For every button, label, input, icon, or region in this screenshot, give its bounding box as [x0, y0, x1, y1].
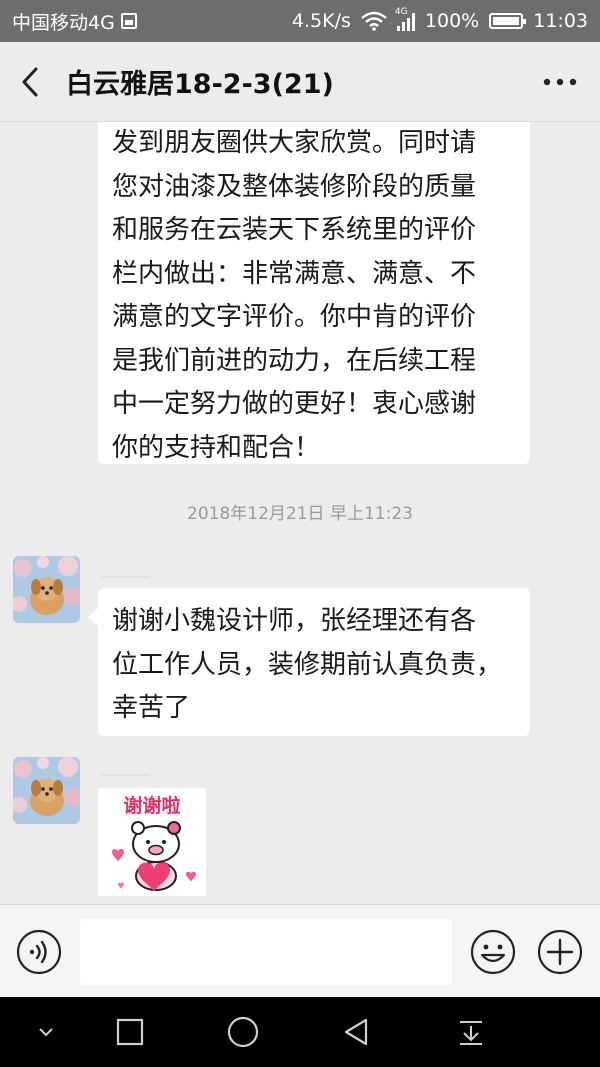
back-button[interactable] — [0, 42, 60, 122]
message-line: 幸苦了 — [112, 693, 191, 723]
wifi-icon — [361, 11, 387, 31]
system-navigation-bar — [0, 997, 600, 1067]
pull-down-icon — [460, 1021, 482, 1045]
home-button[interactable] — [218, 1007, 268, 1057]
message-input[interactable] — [80, 919, 452, 985]
net-speed: 4.5K/s — [291, 10, 351, 32]
circle-icon — [227, 1016, 259, 1048]
back-nav-button[interactable] — [331, 1007, 381, 1057]
message-line: 满意的文字评价。你中肯的评价 — [112, 302, 477, 332]
sim-icon — [120, 13, 137, 29]
plus-icon — [537, 929, 583, 975]
message-line: 中一定努力做的更好！衷心感谢 — [112, 389, 477, 419]
status-bar: 中国移动4G 4.5K/s 4G 100% 11:03 — [0, 0, 600, 42]
voice-button[interactable] — [16, 929, 62, 975]
message-line: 和服务在云装天下系统里的评价 — [112, 215, 477, 245]
avatar[interactable] — [13, 556, 80, 623]
square-icon — [116, 1018, 144, 1046]
input-bar — [0, 904, 600, 997]
group-name: 白云雅居18-2-3 — [66, 69, 272, 100]
member-count: (21) — [271, 69, 334, 100]
voice-icon — [16, 929, 62, 975]
battery-icon — [489, 13, 527, 29]
message-line: 发到朋友圈供大家欣赏。同时请 — [112, 128, 477, 158]
carrier-label: 中国移动4G — [12, 11, 115, 34]
chat-header: 白云雅居18-2-3(21) — [0, 42, 600, 122]
message-line: 是我们前进的动力，在后续工程 — [112, 345, 477, 376]
chat-title: 白云雅居18-2-3(21) — [66, 62, 334, 101]
message-line: 位工作人员，装修期前认真负责， — [112, 649, 503, 680]
message-bubble[interactable]: 发到朋友圈供大家欣赏。同时请 您对油漆及整体装修阶段的质量 和服务在云装天下系统… — [98, 122, 530, 464]
message-line: 你的支持和配合！ — [112, 432, 321, 463]
sender-name — [100, 574, 150, 580]
message-line: 您对油漆及整体装修阶段的质量 — [112, 171, 477, 202]
message-list[interactable]: 发到朋友圈供大家欣赏。同时请 您对油漆及整体装修阶段的质量 和服务在云装天下系统… — [0, 122, 600, 904]
message-bubble[interactable]: 谢谢小魏设计师，张经理还有各 位工作人员，装修期前认真负责， 幸苦了 — [88, 588, 530, 736]
message-line: 栏内做出：非常满意、满意、不 — [112, 258, 477, 289]
chevron-left-icon — [22, 67, 38, 96]
triangle-back-icon — [344, 1018, 368, 1046]
recent-apps-button[interactable] — [105, 1007, 155, 1057]
emoji-button[interactable] — [470, 929, 516, 975]
sender-name — [100, 772, 150, 778]
more-functions-button[interactable] — [537, 929, 583, 975]
notification-pull-button[interactable] — [446, 1007, 496, 1057]
avatar[interactable] — [13, 757, 80, 824]
sticker-caption: 谢谢啦 — [123, 794, 180, 817]
smiley-icon — [470, 929, 516, 975]
chevron-down-icon — [39, 1028, 53, 1037]
hide-nav-button[interactable] — [21, 1007, 71, 1057]
avatar-image — [13, 757, 80, 824]
signal-icon: 4G — [395, 7, 415, 31]
pig-sticker-icon: 谢谢啦 — [112, 794, 196, 892]
message-timestamp: 2018年12月21日 早上11:23 — [187, 504, 413, 524]
clock: 11:03 — [533, 10, 588, 32]
more-button[interactable] — [520, 42, 600, 122]
avatar-image — [13, 556, 80, 623]
network-type-label: 4G — [394, 7, 408, 17]
battery-percent: 100% — [424, 10, 480, 32]
more-dots-icon — [543, 78, 577, 85]
sticker-message[interactable]: 谢谢啦 — [98, 788, 206, 896]
message-line: 谢谢小魏设计师，张经理还有各 — [112, 606, 477, 636]
